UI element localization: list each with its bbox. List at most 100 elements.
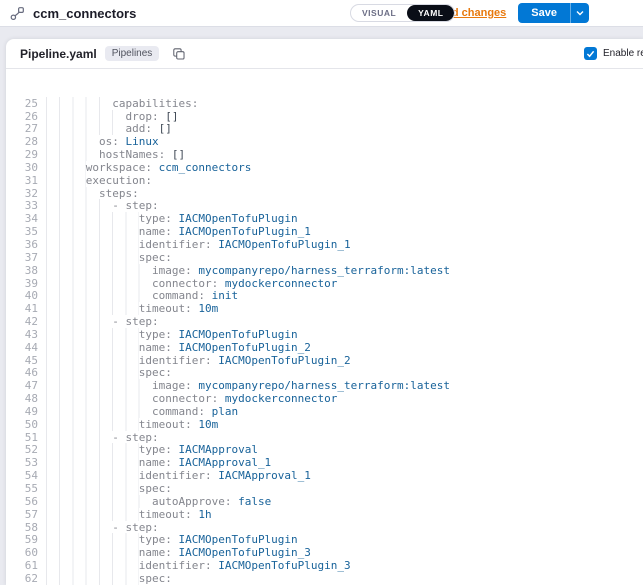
line-number: 29 (6, 149, 38, 162)
pipeline-icon (10, 6, 25, 21)
editor-line[interactable]: 36 identifier: IACMOpenTofuPlugin_1 (6, 239, 643, 252)
editor-line[interactable]: 57 timeout: 1h (6, 509, 643, 522)
editor-line[interactable]: 55 spec: (6, 483, 643, 496)
header-left: ccm_connectors (10, 6, 136, 21)
yaml-value: 1h (198, 508, 211, 521)
yaml-value: mydockerconnector (225, 277, 338, 290)
yaml-value: Linux (125, 135, 158, 148)
indent-guides (46, 97, 112, 110)
yaml-key: identifier: (139, 238, 212, 251)
yaml-value: IACMOpenTofuPlugin_1 (178, 225, 310, 238)
yaml-value: IACMApproval (178, 443, 257, 456)
line-number: 57 (6, 509, 38, 522)
editor-line[interactable]: 48 connector: mydockerconnector (6, 393, 643, 406)
yaml-key: capabilities: (112, 97, 198, 110)
yaml-value: 10m (198, 302, 218, 315)
yaml-key: type: (139, 328, 172, 341)
yaml-key: spec: (139, 572, 172, 585)
indent-guides (46, 521, 112, 534)
line-number: 61 (6, 560, 38, 573)
line-number: 42 (6, 316, 38, 329)
yaml-toggle-button[interactable]: YAML (407, 5, 454, 21)
yaml-key: connector: (152, 277, 218, 290)
line-number: 43 (6, 329, 38, 342)
page-title: ccm_connectors (33, 6, 136, 21)
yaml-value: IACMOpenTofuPlugin_3 (218, 559, 350, 572)
copy-button[interactable] (172, 47, 185, 60)
yaml-key: workspace: (86, 161, 152, 174)
copy-icon (172, 47, 185, 60)
editor-line[interactable]: 49 command: plan (6, 406, 643, 419)
yaml-dash: - (112, 431, 125, 444)
yaml-value: IACMOpenTofuPlugin_1 (218, 238, 350, 251)
code-text: identifier: IACMOpenTofuPlugin_3 (46, 560, 351, 573)
line-number: 37 (6, 252, 38, 265)
indent-guides (46, 508, 139, 521)
indent-guides (46, 315, 112, 328)
yaml-key: timeout: (139, 302, 192, 315)
indent-guides (46, 289, 152, 302)
indent-guides (46, 212, 139, 225)
yaml-key: type: (139, 443, 172, 456)
save-split-button: Save (518, 3, 589, 23)
indent-guides (46, 418, 139, 431)
visual-toggle-button[interactable]: VISUAL (351, 5, 407, 21)
editor-line[interactable]: 43 type: IACMOpenTofuPlugin (6, 329, 643, 342)
line-number: 30 (6, 162, 38, 175)
yaml-value: mycompanyrepo/harness_terraform:latest (198, 264, 450, 277)
indent-guides (46, 110, 125, 123)
yaml-key: identifier: (139, 354, 212, 367)
yaml-value: IACMOpenTofuPlugin (178, 328, 297, 341)
yaml-key: drop: (125, 110, 158, 123)
editor-line[interactable]: 56 autoApprove: false (6, 496, 643, 509)
editor-line[interactable]: 61 identifier: IACMOpenTofuPlugin_3 (6, 560, 643, 573)
yaml-value: IACMApproval_1 (218, 469, 311, 482)
yaml-value: false (238, 495, 271, 508)
save-button[interactable]: Save (518, 3, 570, 23)
yaml-key: identifier: (139, 559, 212, 572)
yaml-key: type: (139, 212, 172, 225)
line-number: 50 (6, 419, 38, 432)
indent-guides (46, 148, 99, 161)
enable-label: Enable read/ (603, 48, 643, 59)
indent-guides (46, 431, 112, 444)
yaml-value: mycompanyrepo/harness_terraform:latest (198, 379, 450, 392)
yaml-key: command: (152, 405, 205, 418)
editor-line[interactable]: 62 spec: (6, 573, 643, 585)
line-number: 55 (6, 483, 38, 496)
yaml-dash: - (112, 521, 125, 534)
indent-guides (46, 495, 152, 508)
yaml-key: os: (99, 135, 119, 148)
yaml-editor[interactable]: 25 capabilities:26 drop: []27 add: []28 … (6, 69, 643, 585)
line-number: 48 (6, 393, 38, 406)
indent-guides (46, 251, 139, 264)
indent-guides (46, 405, 152, 418)
indent-guides (46, 559, 139, 572)
indent-guides (46, 174, 86, 187)
yaml-key: timeout: (139, 508, 192, 521)
yaml-dash: - (112, 199, 125, 212)
editor-line[interactable]: 50 timeout: 10m (6, 419, 643, 432)
line-number: 44 (6, 342, 38, 355)
yaml-value: plan (212, 405, 239, 418)
yaml-key: timeout: (139, 418, 192, 431)
indent-guides (46, 135, 99, 148)
editor-line[interactable]: 42 - step: (6, 316, 643, 329)
indent-guides (46, 225, 139, 238)
visual-yaml-toggle: VISUAL YAML (350, 4, 455, 22)
indent-guides (46, 379, 152, 392)
indent-guides (46, 546, 139, 559)
pipeline-yaml-card: Pipeline.yaml Pipelines Enable read/ 25 … (6, 39, 643, 585)
editor-line[interactable]: 25 capabilities: (6, 98, 643, 111)
yaml-dash: - (112, 315, 125, 328)
save-dropdown-button[interactable] (570, 3, 589, 23)
yaml-value: init (212, 289, 239, 302)
indent-guides (46, 443, 139, 456)
indent-guides (46, 328, 139, 341)
yaml-key: connector: (152, 392, 218, 405)
yaml-key: hostNames: (99, 148, 165, 161)
indent-guides (46, 482, 139, 495)
enable-checkbox[interactable] (584, 47, 597, 60)
yaml-value: IACMOpenTofuPlugin_3 (178, 546, 310, 559)
app-header: ccm_connectors VISUAL YAML Unsaved chang… (0, 0, 643, 27)
